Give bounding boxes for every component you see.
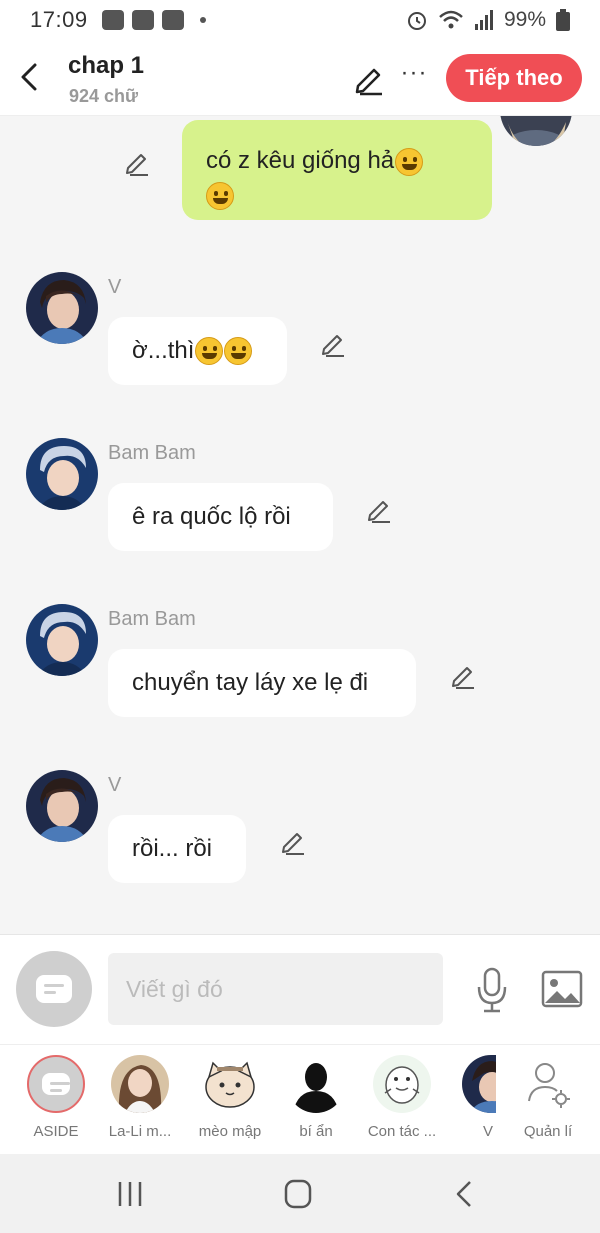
character-meo-map[interactable]: mèo mập xyxy=(188,1055,272,1140)
chapter-title: chap 1 xyxy=(68,52,145,79)
microphone-icon xyxy=(477,967,507,1013)
character-label: bí ẩn xyxy=(299,1123,333,1140)
grinning-emoji-icon xyxy=(395,147,424,176)
status-bar: 17:09 99% xyxy=(0,0,600,40)
next-chapter-button[interactable]: Tiếp theo xyxy=(446,54,582,102)
back-button[interactable] xyxy=(14,60,44,94)
message-text: có z kêu giống hả xyxy=(206,144,424,212)
avatar-bambam[interactable] xyxy=(26,438,98,510)
avatar-v[interactable] xyxy=(26,770,98,842)
chapter-header: chap 1 924 chữ ··· Tiếp theo xyxy=(0,40,600,116)
message-icon xyxy=(42,1073,70,1095)
app-notification-icon xyxy=(161,10,184,30)
message-text: ê ra quốc lộ rồi xyxy=(132,503,291,530)
insert-image-button[interactable] xyxy=(540,969,584,1009)
sender-name: V xyxy=(108,276,122,298)
more-options-button[interactable]: ··· xyxy=(400,61,428,96)
pencil-icon xyxy=(322,335,344,357)
status-time: 17:09 xyxy=(30,7,88,32)
avatar xyxy=(287,1055,345,1113)
edit-message-button[interactable] xyxy=(366,497,392,523)
recent-apps-icon xyxy=(118,1182,142,1206)
sweat-smile-emoji-icon xyxy=(224,337,253,365)
message-composer xyxy=(0,934,600,1044)
back-arrow-icon xyxy=(21,63,37,91)
edit-message-button[interactable] xyxy=(450,663,476,689)
smiling-emoji-icon xyxy=(206,181,234,210)
message-bubble[interactable]: rồi... rồi xyxy=(108,815,246,883)
avatar xyxy=(111,1055,169,1113)
character-lali[interactable]: La-Li m... xyxy=(98,1055,182,1140)
pencil-icon xyxy=(282,833,304,855)
more-notifications-icon xyxy=(199,17,206,23)
chat-area[interactable]: có z kêu giống hả V ờ...thì Bam Bam ê ra… xyxy=(0,116,600,934)
image-icon xyxy=(541,970,583,1008)
avatar-v[interactable] xyxy=(26,272,98,344)
edit-message-button[interactable] xyxy=(320,331,346,357)
avatar xyxy=(462,1055,496,1113)
message-text: chuyển tay láy xe lẹ đi xyxy=(132,669,369,696)
signal-icon xyxy=(474,10,493,30)
edit-chapter-button[interactable] xyxy=(352,62,386,96)
message-bubble[interactable]: ê ra quốc lộ rồi xyxy=(108,483,333,551)
home-icon xyxy=(284,1179,312,1209)
character-label: Con tác ... xyxy=(367,1123,437,1140)
system-back-button[interactable] xyxy=(446,1176,486,1212)
alarm-icon xyxy=(407,12,426,30)
recent-apps-button[interactable] xyxy=(110,1176,150,1212)
battery-icon xyxy=(556,9,570,31)
microphone-button[interactable] xyxy=(474,967,510,1013)
message-icon xyxy=(36,975,72,1003)
word-count: 924 chữ xyxy=(69,86,139,106)
character-selector: ASIDE La-Li m... mèo mập bí ẩn Con tác .… xyxy=(0,1044,600,1154)
pencil-icon xyxy=(355,68,382,96)
character-label: ASIDE xyxy=(33,1123,79,1140)
system-icons: 99% xyxy=(406,8,570,32)
pencil-icon xyxy=(126,154,148,176)
character-con-tac[interactable]: Con tác ... xyxy=(360,1055,444,1140)
message-text: rồi... rồi xyxy=(132,835,213,862)
pencil-icon xyxy=(452,667,474,689)
sender-name: Bam Bam xyxy=(108,442,196,464)
pencil-icon xyxy=(368,501,390,523)
aside-avatar xyxy=(27,1055,85,1113)
avatar xyxy=(373,1055,431,1113)
sweat-smile-emoji-icon xyxy=(195,337,224,365)
system-navigation-bar xyxy=(0,1154,600,1233)
character-label: La-Li m... xyxy=(108,1123,172,1140)
avatar-bambam[interactable] xyxy=(26,604,98,676)
sender-name: V xyxy=(108,774,122,796)
message-bubble[interactable]: ờ...thì xyxy=(108,317,287,385)
gallery-notification-icon xyxy=(101,10,124,30)
character-bi-an[interactable]: bí ẩn xyxy=(274,1055,358,1140)
home-button[interactable] xyxy=(278,1176,318,1212)
aside-toggle-button[interactable] xyxy=(16,951,92,1027)
app-notification-icon xyxy=(131,10,154,30)
wifi-icon xyxy=(439,10,463,29)
message-bubble-mine[interactable]: có z kêu giống hả xyxy=(182,120,492,220)
avatar xyxy=(201,1055,259,1113)
avatar xyxy=(519,1055,577,1113)
sender-name: Bam Bam xyxy=(108,608,196,630)
manage-characters-button[interactable]: Quản lí xyxy=(506,1055,590,1140)
message-bubble[interactable]: chuyển tay láy xe lẹ đi xyxy=(108,649,416,717)
notification-icons xyxy=(101,10,206,30)
edit-message-button[interactable] xyxy=(280,829,306,855)
message-text: ờ...thì xyxy=(132,337,195,364)
character-label: Quản lí xyxy=(523,1123,573,1140)
battery-percent: 99% xyxy=(503,8,546,31)
my-avatar[interactable] xyxy=(500,116,572,146)
message-input[interactable] xyxy=(108,953,443,1025)
character-label: mèo mập xyxy=(198,1123,262,1140)
person-settings-icon xyxy=(528,1063,570,1108)
character-aside[interactable]: ASIDE xyxy=(14,1055,98,1140)
back-icon xyxy=(456,1181,471,1207)
edit-message-button[interactable] xyxy=(124,150,150,176)
